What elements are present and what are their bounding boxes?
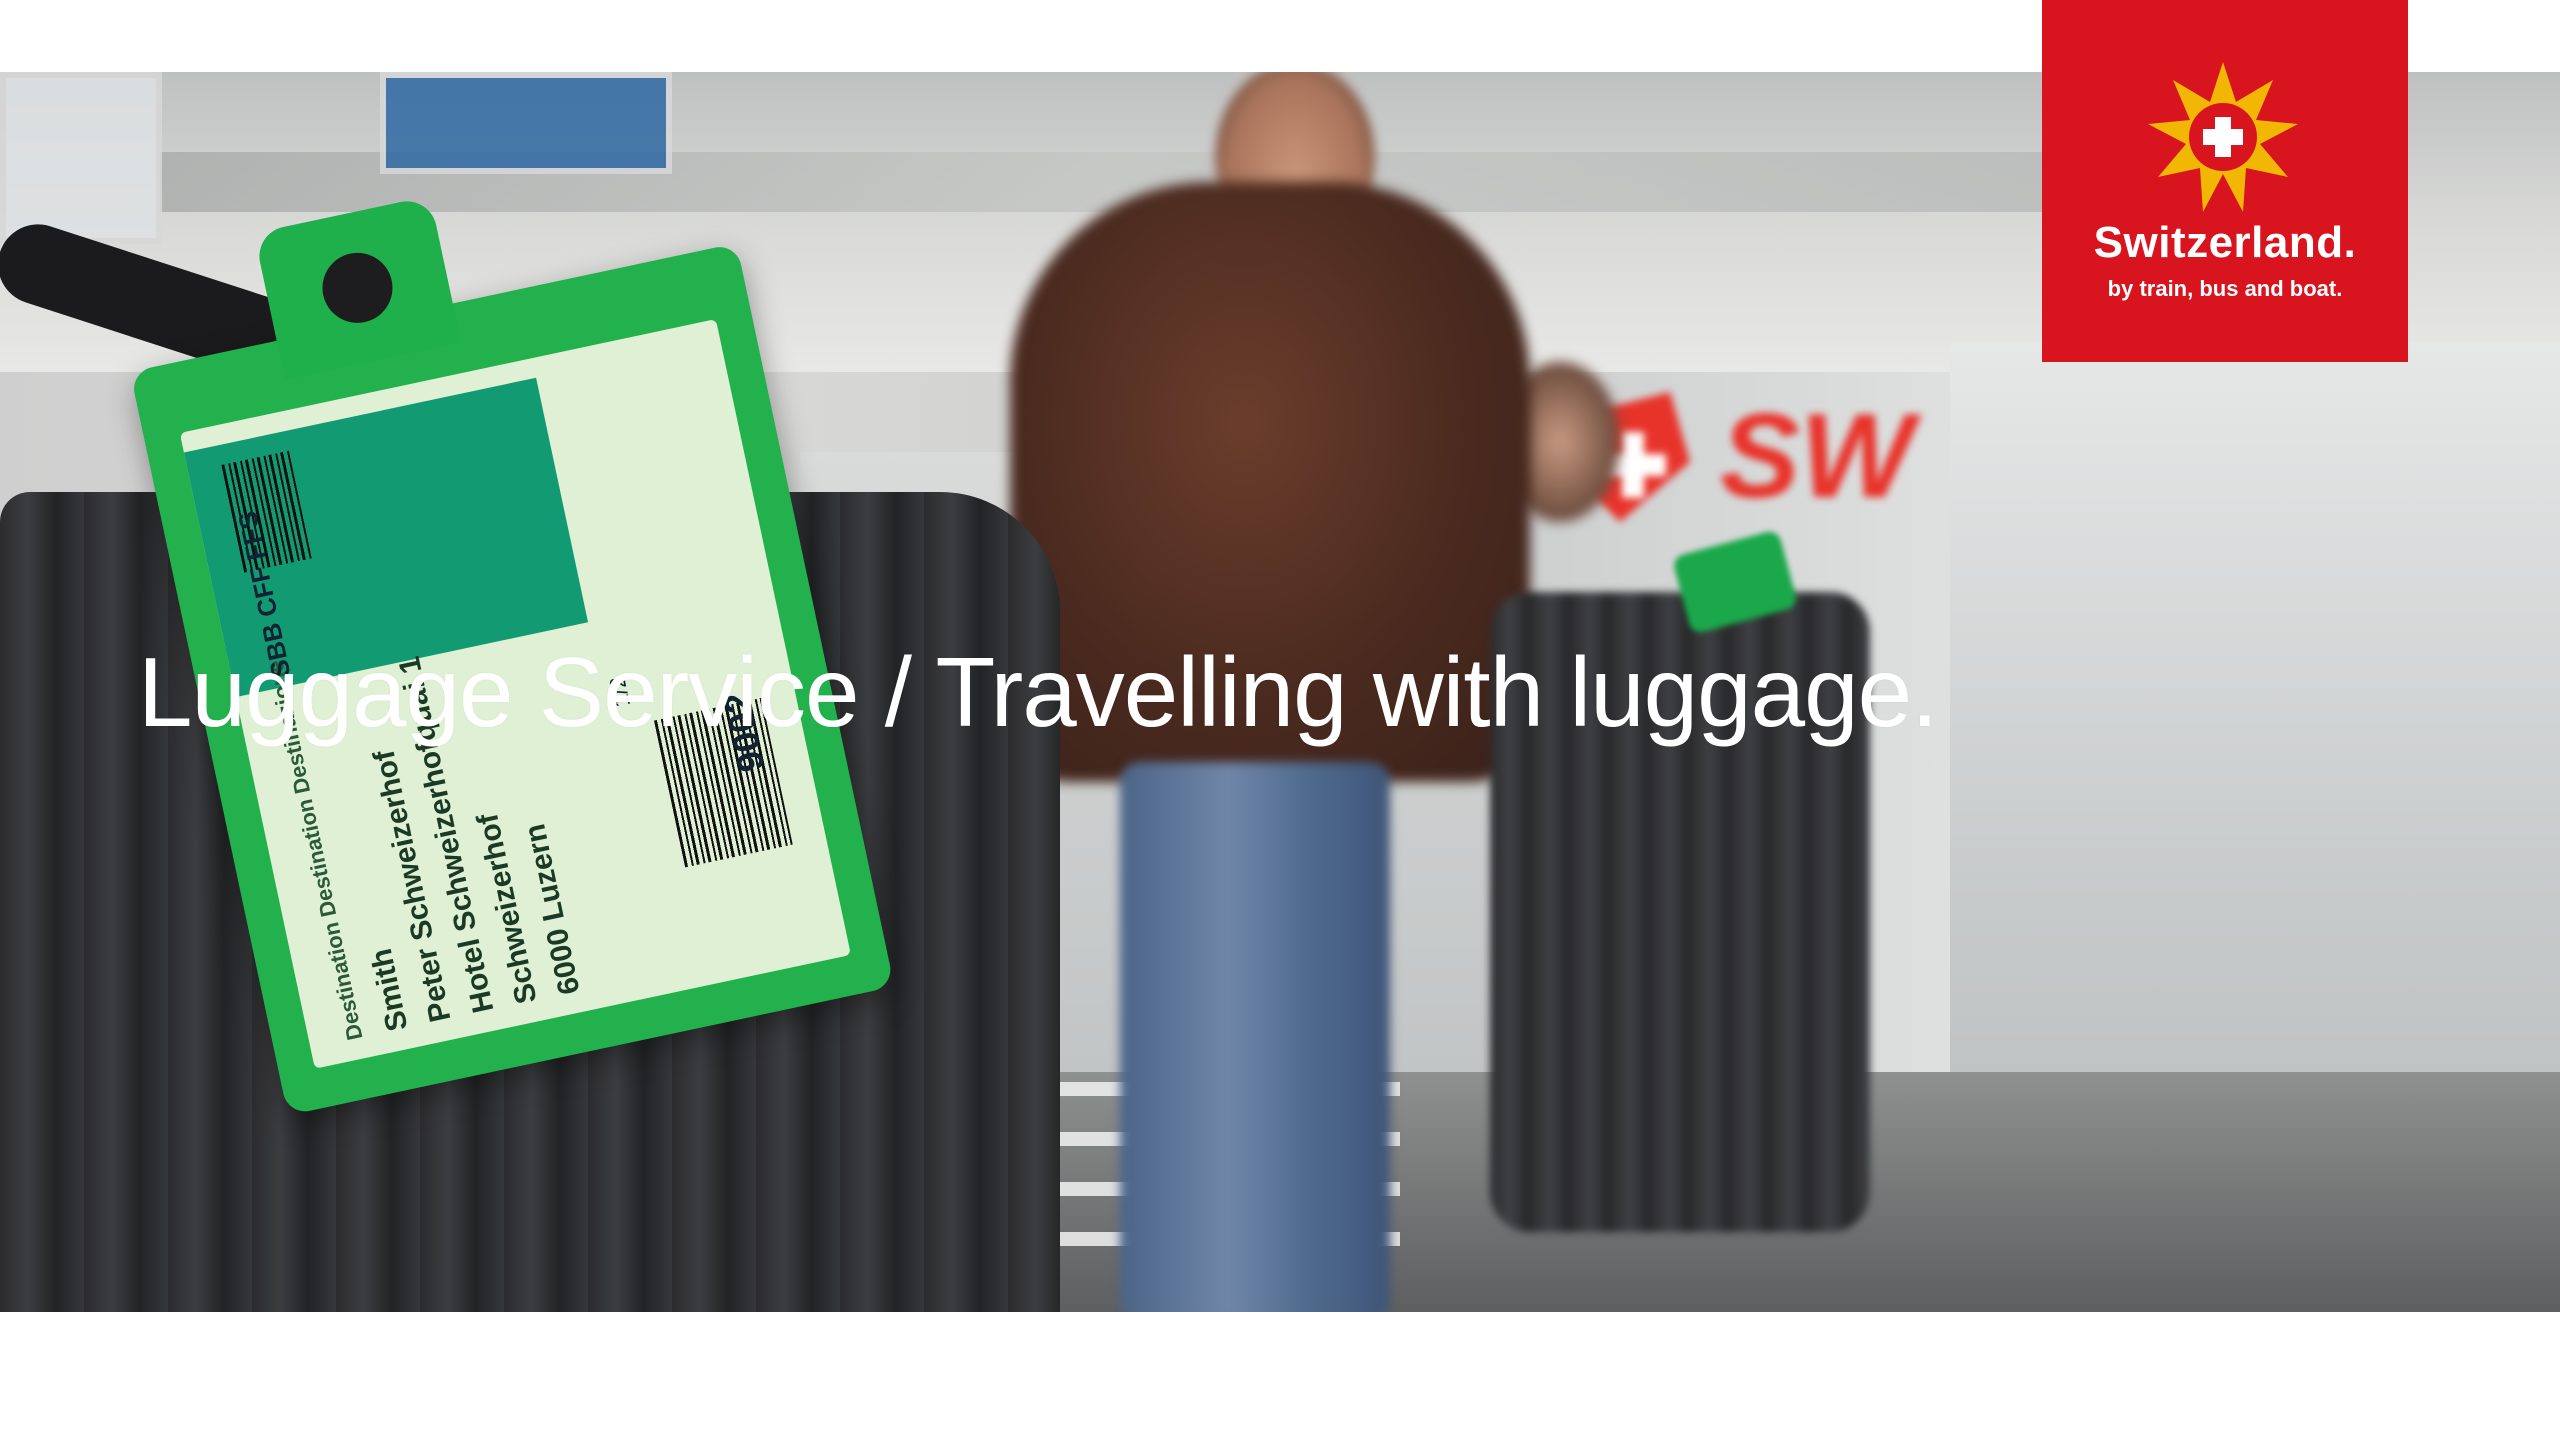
svg-text:SW: SW — [1720, 389, 1922, 523]
traveller-legs — [1120, 762, 1390, 1312]
overhead-sign — [0, 72, 162, 244]
brand-name: Switzerland. — [2093, 218, 2357, 267]
slide-title: Luggage Service / Travelling with luggag… — [138, 637, 1938, 747]
brand-logo: Switzerland. by train, bus and boat. — [2042, 0, 2408, 362]
brand-tagline: by train, bus and boat. — [2107, 276, 2343, 301]
swiss-airline-logo-icon: SW — [1580, 389, 1922, 523]
edelweiss-swiss-cross-icon — [2148, 62, 2298, 212]
overhead-sign — [380, 72, 672, 174]
